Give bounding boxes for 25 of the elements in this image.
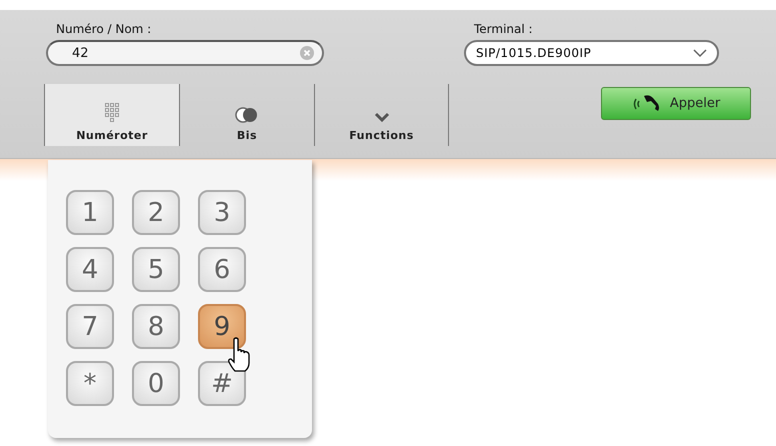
keypad-key[interactable]: 4 bbox=[66, 247, 114, 292]
keypad-icon bbox=[105, 103, 119, 123]
terminal-dropdown[interactable]: SIP/1015.DE900IP bbox=[464, 40, 719, 66]
clear-icon[interactable] bbox=[300, 46, 314, 60]
keypad-key[interactable]: # bbox=[198, 361, 246, 406]
toolbar-tab[interactable]: Numéroter bbox=[44, 84, 179, 146]
chevron-down-icon bbox=[374, 111, 390, 123]
keypad-key[interactable]: 9 bbox=[198, 304, 246, 349]
keypad-key[interactable]: 6 bbox=[198, 247, 246, 292]
call-button[interactable]: Appeler bbox=[601, 87, 751, 120]
keypad-key[interactable]: * bbox=[66, 361, 114, 406]
keypad-key[interactable]: 5 bbox=[132, 247, 180, 292]
keypad-key[interactable]: 0 bbox=[132, 361, 180, 406]
search-field[interactable]: 42 bbox=[46, 40, 324, 66]
keypad-key[interactable]: 7 bbox=[66, 304, 114, 349]
keypad-key[interactable]: 1 bbox=[66, 190, 114, 235]
field-label: Terminal : bbox=[474, 21, 534, 38]
keypad-key[interactable]: 2 bbox=[132, 190, 180, 235]
keypad-key[interactable]: 8 bbox=[132, 304, 180, 349]
chevron-down-icon bbox=[693, 48, 707, 58]
keypad-key[interactable]: 3 bbox=[198, 190, 246, 235]
toolbar-tab[interactable]: Functions bbox=[314, 84, 449, 146]
field-label: Numéro / Nom : bbox=[56, 21, 152, 38]
toolbar-tab[interactable]: Bis bbox=[179, 84, 314, 146]
toggle-circles-icon bbox=[235, 107, 259, 123]
